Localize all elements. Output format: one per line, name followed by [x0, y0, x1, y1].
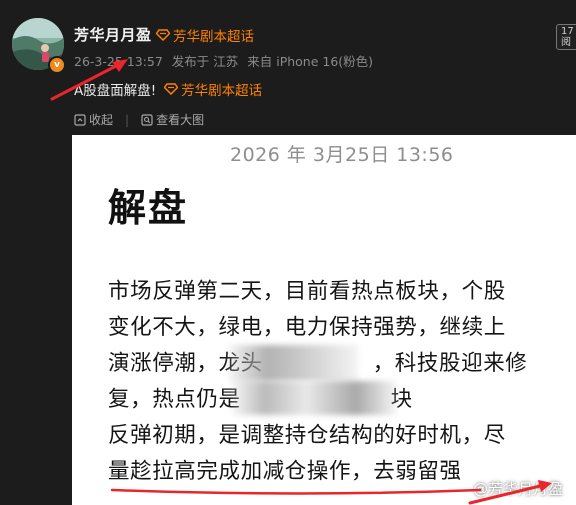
doc-line: 市场反弹第二天，目前看热点板块，个股 [108, 279, 506, 304]
post-topic-link[interactable]: 芳华剧本超话 [164, 79, 262, 99]
weibo-post-view: v 芳华月月盈 芳华剧本超话 17 阅 26-3-25 13:57 发布于 江苏… [0, 0, 576, 505]
collapse-label: 收起 [89, 113, 114, 127]
image-watermark: @芳华月月盈 [450, 475, 563, 501]
collapse-icon [74, 113, 86, 126]
watermark-text: @芳华月月盈 [473, 479, 564, 498]
view-large-icon [141, 113, 153, 126]
read-count-line2: 阅 [561, 37, 571, 48]
username[interactable]: 芳华月月盈 [74, 24, 152, 45]
doc-date: 2026 年 3月25日 13:56 [230, 144, 454, 166]
post-time[interactable]: 26-3-25 13:57 [74, 54, 163, 69]
super-topic-icon [156, 29, 170, 41]
post-text: A股盘面解盘! [74, 83, 157, 99]
blurred-region [232, 381, 397, 415]
topic-tag-label: 芳华剧本超话 [173, 29, 254, 45]
image-actions: 收起 | 查看大图 [74, 111, 204, 128]
doc-title: 解盘 [108, 186, 189, 230]
verified-badge-icon: v [48, 56, 66, 74]
post-topic-link-label: 芳华剧本超话 [181, 83, 263, 99]
doc-line: 变化不大，绿电，电力保持强势，继续上 [108, 315, 506, 340]
topic-tag[interactable]: 芳华剧本超话 [156, 25, 254, 45]
doc-line: 反弹初期，是调整持仓结构的好时机，尽 [108, 423, 506, 448]
collapse-button[interactable]: 收起 [74, 111, 113, 128]
blurred-region [228, 345, 358, 381]
action-divider: | [125, 112, 130, 127]
weibo-logo-icon [450, 481, 469, 496]
view-large-label: 查看大图 [156, 113, 205, 127]
doc-line-head: 复，热点仍是 [108, 387, 241, 412]
view-large-button[interactable]: 查看大图 [141, 111, 204, 128]
read-count-box[interactable]: 17 阅 [556, 24, 576, 50]
post-location: 发布于 江苏 [171, 54, 239, 69]
post-image[interactable]: 2026 年 3月25日 13:56 解盘 市场反弹第二天，目前看热点板块，个股… [72, 135, 576, 505]
post-source: 来自 iPhone 16(粉色) [247, 54, 374, 69]
post-meta: 26-3-25 13:57 发布于 江苏 来自 iPhone 16(粉色) [74, 51, 378, 70]
super-topic-icon [164, 83, 179, 95]
read-count-line1: 17 [561, 26, 574, 37]
doc-line-tail: ，科技股迎来修 [372, 351, 528, 376]
post-content: A股盘面解盘! 芳华剧本超话 [74, 79, 262, 99]
